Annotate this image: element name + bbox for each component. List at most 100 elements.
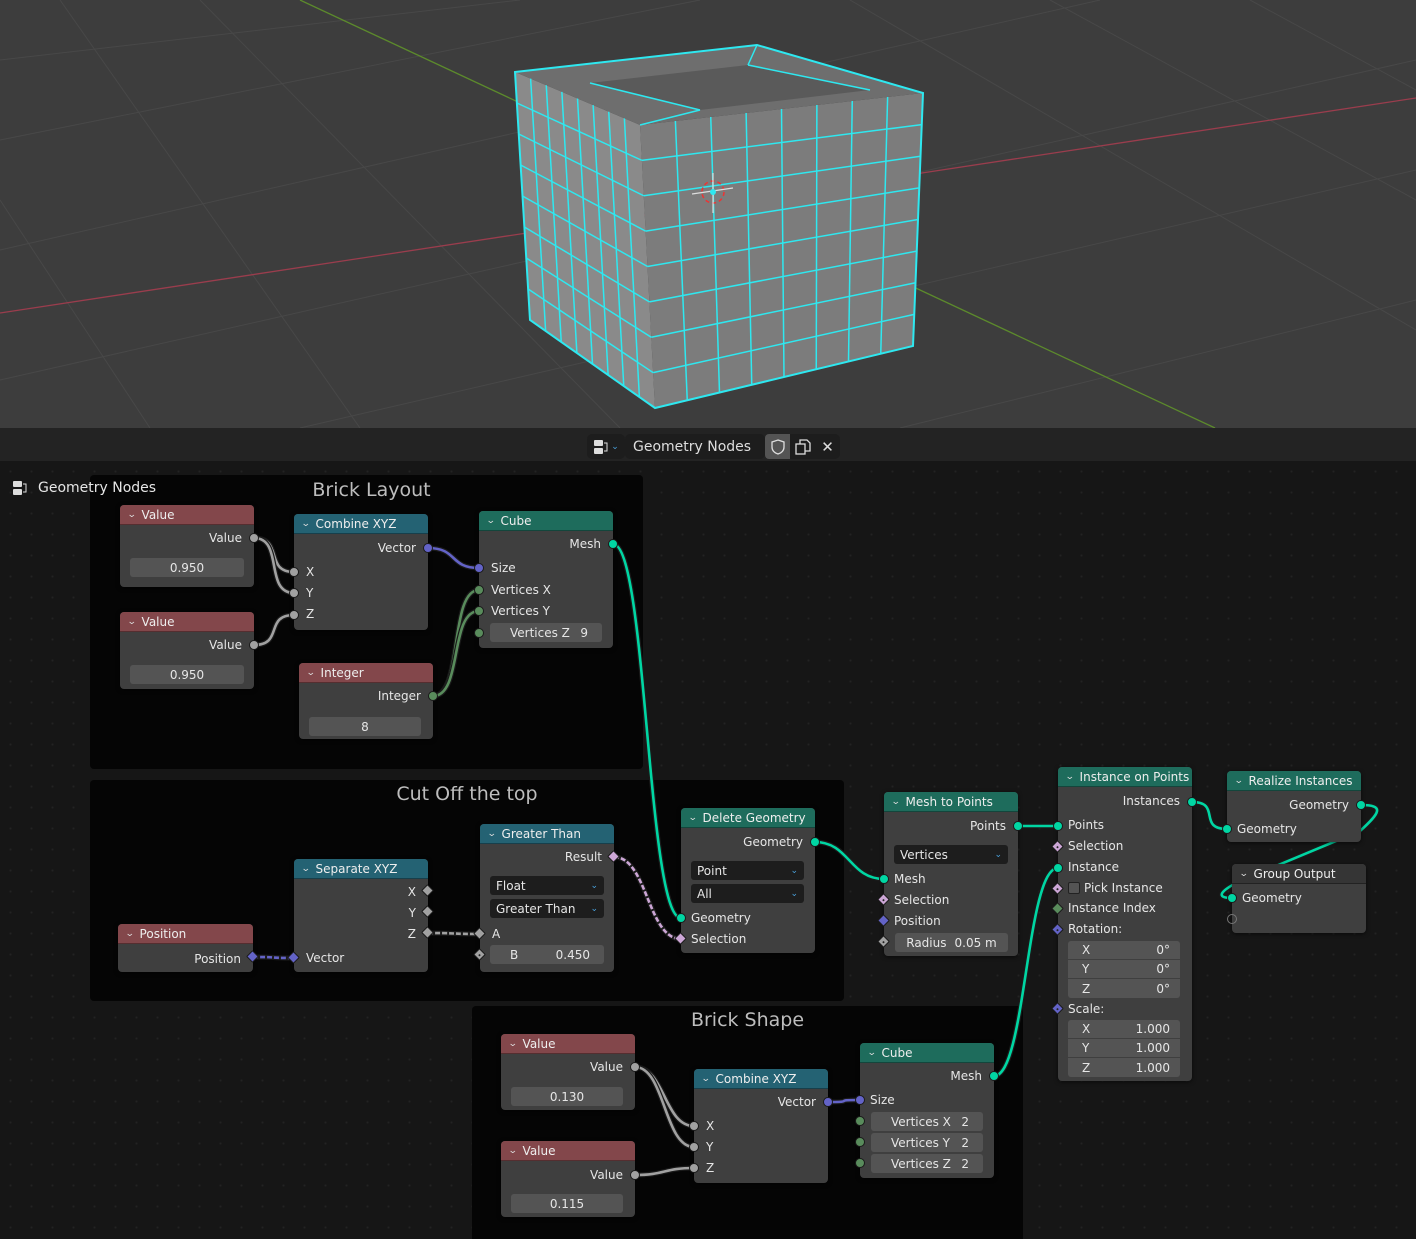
chevron-down-icon[interactable]: ⌄ (891, 797, 901, 807)
editor-type-selector[interactable]: ⌄ (587, 434, 625, 459)
node-cube-2[interactable]: ⌄ Cube Mesh Size Vertices X2 Vertices Y2 … (860, 1043, 994, 1178)
node-combine-xyz-1[interactable]: ⌄ Combine XYZ Vector X Y Z (294, 514, 428, 630)
node-socket[interactable] (630, 1062, 640, 1072)
node-socket[interactable] (289, 588, 299, 598)
node-header[interactable]: ⌄ Cube (479, 511, 613, 531)
node-separate-xyz[interactable]: ⌄ Separate XYZ X Y Z Vector (294, 859, 428, 972)
chevron-down-icon[interactable]: ⌄ (127, 510, 137, 520)
domain-dropdown[interactable]: Point ⌄ (691, 861, 804, 880)
scale-z[interactable]: Z 1.000 (1068, 1058, 1180, 1077)
brick-cube-mesh[interactable] (513, 43, 925, 410)
node-socket[interactable] (289, 610, 299, 620)
node-header[interactable]: ⌄ Value (501, 1034, 635, 1054)
node-socket[interactable] (689, 1142, 699, 1152)
mode-dropdown[interactable]: All ⌄ (691, 884, 804, 903)
duplicate-button[interactable] (790, 434, 815, 459)
node-greater-than[interactable]: ⌄ Greater Than Result Float ⌄ Greater Than… (480, 824, 614, 972)
node-combine-xyz-2[interactable]: ⌄ Combine XYZ Vector X Y Z (694, 1069, 828, 1183)
node-socket[interactable] (249, 640, 259, 650)
node-header[interactable]: ⌄ Separate XYZ (294, 859, 428, 879)
node-editor-canvas[interactable]: Geometry Nodes Brick Layout Cut Off the … (0, 461, 1416, 1239)
b-value-field[interactable]: B 0.450 (490, 945, 604, 964)
node-socket[interactable] (289, 567, 299, 577)
node-header[interactable]: ⌄ Integer (299, 663, 433, 683)
radius-field[interactable]: Radius 0.05 m (895, 933, 1008, 952)
scale-x[interactable]: X 1.000 (1068, 1020, 1180, 1039)
node-header[interactable]: ⌄ Delete Geometry (681, 808, 815, 828)
node-tree-name-field[interactable]: Geometry Nodes (625, 434, 765, 459)
node-socket[interactable] (474, 606, 484, 616)
chevron-down-icon[interactable]: ⌄ (301, 864, 311, 874)
node-socket[interactable] (689, 1121, 699, 1131)
node-group-output[interactable]: ⌄ Group Output Geometry (1232, 864, 1366, 933)
vertices-y-field[interactable]: Vertices Y 2 (871, 1133, 983, 1152)
chevron-down-icon[interactable]: ⌄ (688, 813, 698, 823)
node-delete-geometry[interactable]: ⌄ Delete Geometry Geometry Point ⌄ All ⌄ Ge… (681, 808, 815, 953)
node-value-1[interactable]: ⌄ Value Value 0.950 (120, 505, 254, 587)
node-value-4[interactable]: ⌄ Value Value 0.115 (501, 1141, 635, 1217)
node-socket[interactable] (855, 1116, 865, 1126)
node-value-3[interactable]: ⌄ Value Value 0.130 (501, 1034, 635, 1110)
node-socket[interactable] (689, 1163, 699, 1173)
vertices-x-field[interactable]: Vertices X 2 (871, 1112, 983, 1131)
node-mesh-to-points[interactable]: ⌄ Mesh to Points Points Vertices ⌄ Mesh Se… (884, 792, 1018, 956)
node-header[interactable]: ⌄ Instance on Points (1058, 767, 1192, 787)
chevron-down-icon[interactable]: ⌄ (306, 668, 316, 678)
node-header[interactable]: ⌄ Value (120, 612, 254, 632)
node-header[interactable]: ⌄ Realize Instances (1227, 771, 1361, 791)
node-header[interactable]: ⌄ Greater Than (480, 824, 614, 844)
value-field[interactable]: 0.115 (511, 1194, 623, 1213)
node-socket[interactable] (1187, 797, 1197, 807)
node-socket[interactable] (423, 543, 433, 553)
node-socket[interactable] (630, 1170, 640, 1180)
node-position[interactable]: ⌄ Position Position (118, 924, 253, 972)
node-socket[interactable] (474, 628, 484, 638)
chevron-down-icon[interactable]: ⌄ (486, 516, 496, 526)
node-socket[interactable] (1053, 863, 1063, 873)
rotation-z[interactable]: Z 0° (1068, 979, 1180, 998)
chevron-down-icon[interactable]: ⌄ (1234, 776, 1244, 786)
node-header[interactable]: ⌄ Combine XYZ (294, 514, 428, 534)
chevron-down-icon[interactable]: ⌄ (301, 519, 311, 529)
3d-viewport[interactable] (0, 0, 1416, 428)
node-header[interactable]: ⌄ Combine XYZ (694, 1069, 828, 1089)
vertices-z-field[interactable]: Vertices Z 2 (871, 1154, 983, 1173)
node-socket[interactable] (1356, 800, 1366, 810)
scale-vector-field[interactable]: X 1.000 Y 1.000 Z 1.000 (1068, 1020, 1180, 1077)
node-socket[interactable] (608, 539, 618, 549)
node-socket[interactable] (1053, 821, 1063, 831)
node-realize-instances[interactable]: ⌄ Realize Instances Geometry Geometry (1227, 771, 1361, 842)
node-header[interactable]: ⌄ Value (120, 505, 254, 525)
node-header[interactable]: ⌄ Position (118, 924, 253, 944)
node-socket[interactable] (1222, 824, 1232, 834)
fake-user-button[interactable] (765, 434, 790, 459)
node-cube-1[interactable]: ⌄ Cube Mesh Size Vertices X Vertices Y Ve… (479, 511, 613, 648)
node-socket[interactable] (1227, 893, 1237, 903)
unlink-button[interactable]: ✕ (815, 434, 840, 459)
chevron-down-icon[interactable]: ⌄ (508, 1146, 518, 1156)
vertices-z-field[interactable]: Vertices Z 9 (490, 623, 602, 642)
rotation-vector-field[interactable]: X 0° Y 0° Z 0° (1068, 941, 1180, 998)
node-socket[interactable] (855, 1137, 865, 1147)
node-header[interactable]: ⌄ Group Output (1232, 864, 1366, 884)
node-socket[interactable] (810, 837, 820, 847)
node-instance-on-points[interactable]: ⌄ Instance on Points Instances Points Sel… (1058, 767, 1192, 1081)
chevron-down-icon[interactable]: ⌄ (508, 1039, 518, 1049)
node-socket[interactable] (1227, 914, 1237, 924)
pick-instance-checkbox[interactable]: Pick Instance (1058, 878, 1192, 898)
data-type-dropdown[interactable]: Float ⌄ (490, 876, 604, 895)
mode-dropdown[interactable]: Vertices ⌄ (894, 845, 1008, 864)
node-header[interactable]: ⌄ Mesh to Points (884, 792, 1018, 812)
node-socket[interactable] (249, 533, 259, 543)
integer-field[interactable]: 8 (309, 717, 421, 736)
chevron-down-icon[interactable]: ⌄ (127, 617, 137, 627)
node-socket[interactable] (989, 1071, 999, 1081)
node-header[interactable]: ⌄ Value (501, 1141, 635, 1161)
node-socket[interactable] (474, 563, 484, 573)
scale-y[interactable]: Y 1.000 (1068, 1039, 1180, 1058)
node-socket[interactable] (855, 1095, 865, 1105)
operation-dropdown[interactable]: Greater Than ⌄ (490, 899, 604, 918)
value-field[interactable]: 0.130 (511, 1087, 623, 1106)
chevron-down-icon[interactable]: ⌄ (487, 829, 497, 839)
chevron-down-icon[interactable]: ⌄ (1065, 772, 1075, 782)
